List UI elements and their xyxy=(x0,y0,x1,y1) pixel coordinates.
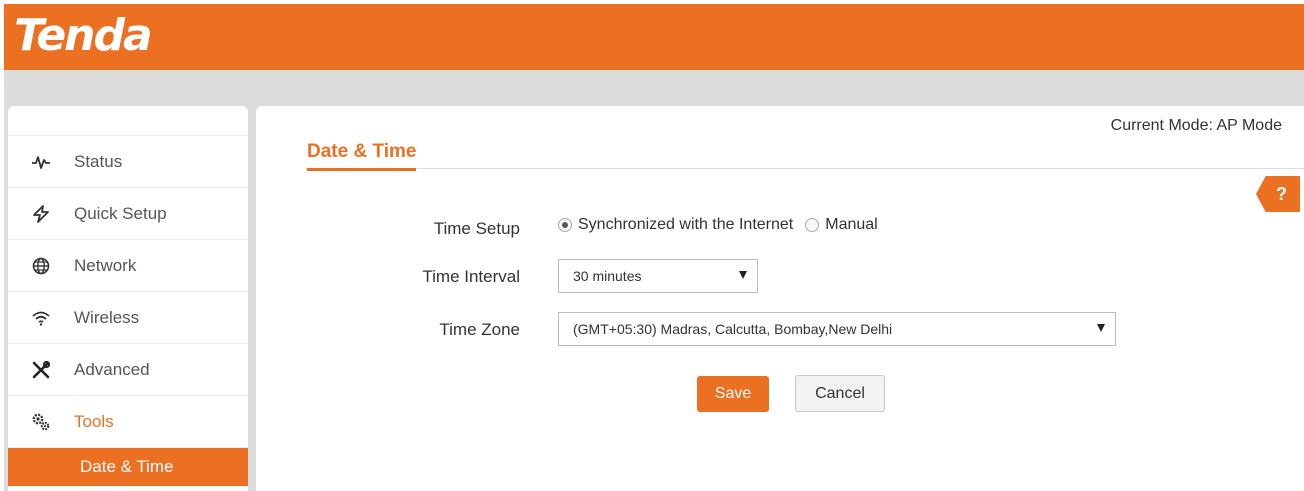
lightning-icon xyxy=(30,204,52,223)
sidebar-spacer xyxy=(8,106,248,136)
sync-internet-radio-label[interactable]: Synchronized with the Internet xyxy=(578,216,793,234)
sidebar-item-tools[interactable]: Tools xyxy=(8,396,248,448)
time-interval-label: Time Interval xyxy=(422,267,520,286)
globe-icon xyxy=(30,257,52,275)
sidebar-item-label: Advanced xyxy=(74,359,150,379)
gears-icon xyxy=(30,412,52,432)
sync-internet-radio[interactable] xyxy=(558,218,572,232)
sidebar-item-label: Wireless xyxy=(74,307,140,327)
sidebar-item-label: Status xyxy=(74,151,123,171)
manual-radio-label[interactable]: Manual xyxy=(825,216,877,234)
sidebar-item-network[interactable]: Network xyxy=(8,240,248,292)
time-setup-radio-group: Synchronized with the Internet Manual xyxy=(558,216,890,234)
dropdown-arrow-icon xyxy=(1097,324,1105,332)
sidebar-item-quick-setup[interactable]: Quick Setup xyxy=(8,188,248,240)
sidebar-item-advanced[interactable]: Advanced xyxy=(8,344,248,396)
time-zone-value: (GMT+05:30) Madras, Calcutta, Bombay,New… xyxy=(573,321,893,337)
sidebar-item-wireless[interactable]: Wireless xyxy=(8,292,248,344)
dropdown-arrow-icon xyxy=(739,271,747,279)
top-header: Tenda xyxy=(4,4,1304,70)
sidebar-item-status[interactable]: Status xyxy=(8,136,248,188)
time-interval-select[interactable]: 30 minutes xyxy=(558,259,758,293)
save-button[interactable]: Save xyxy=(697,376,769,412)
pulse-icon xyxy=(30,154,52,170)
sidebar: Status Quick Setup Network Wireless Adva… xyxy=(8,106,248,491)
title-divider xyxy=(306,168,1304,169)
current-mode-text: Current Mode: AP Mode xyxy=(1110,117,1282,134)
tenda-logo: Tenda xyxy=(14,10,153,61)
page-title: Date & Time xyxy=(307,141,417,171)
sidebar-item-label: Network xyxy=(74,255,137,275)
help-icon: ? xyxy=(1276,183,1287,204)
sidebar-subitem-date-time[interactable]: Date & Time xyxy=(8,448,248,486)
time-interval-value: 30 minutes xyxy=(573,268,642,284)
time-zone-label: Time Zone xyxy=(439,320,520,339)
cancel-button[interactable]: Cancel xyxy=(795,375,885,412)
sidebar-item-label: Tools xyxy=(74,411,114,431)
main-panel: Current Mode: AP Mode Date & Time ? Time… xyxy=(256,106,1304,491)
tools-icon xyxy=(30,360,52,380)
sidebar-item-label: Quick Setup xyxy=(74,203,167,223)
wifi-icon xyxy=(30,310,52,326)
time-setup-label: Time Setup xyxy=(433,219,520,238)
help-button[interactable]: ? xyxy=(1256,176,1300,212)
manual-radio[interactable] xyxy=(805,218,820,232)
time-zone-select[interactable]: (GMT+05:30) Madras, Calcutta, Bombay,New… xyxy=(558,312,1116,346)
